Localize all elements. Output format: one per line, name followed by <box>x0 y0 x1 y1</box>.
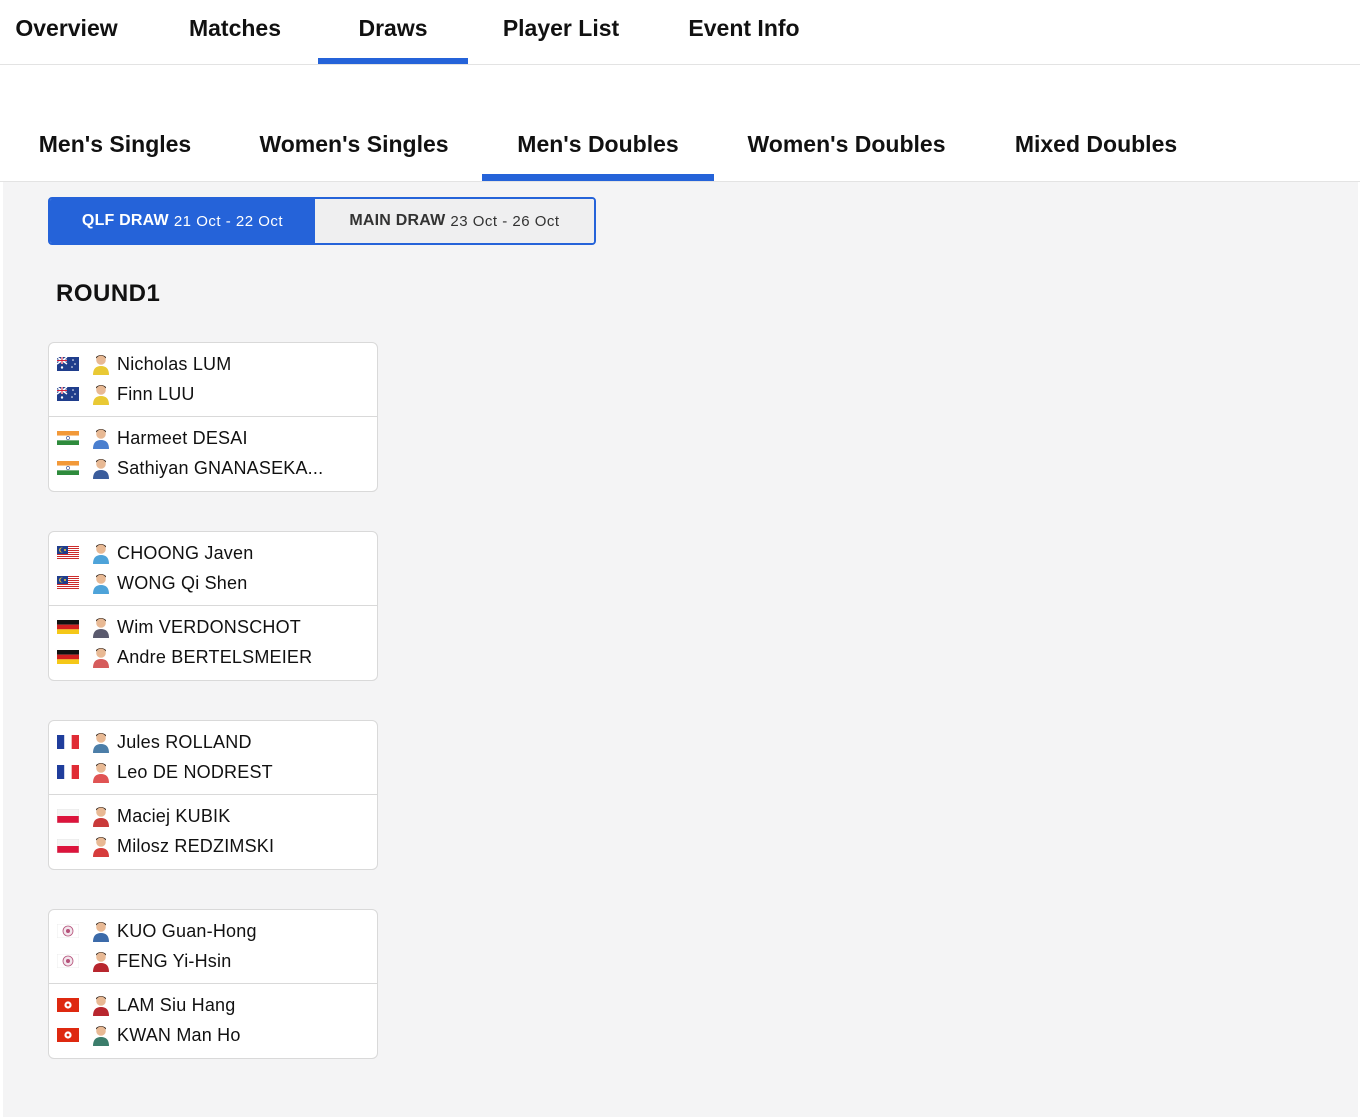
qlf-draw-label: QLF DRAW <box>81 212 169 229</box>
top-nav: Overview Matches Draws Player List Event… <box>0 0 1360 65</box>
team-bottom: Wim VERDONSCHOT Andre BERTELSMEIER <box>49 606 377 680</box>
round-title: ROUND1 <box>56 280 161 307</box>
player-row[interactable]: KUO Guan-Hong <box>49 916 377 946</box>
player-avatar-icon <box>91 646 111 668</box>
tab-mens-doubles[interactable]: Men's Doubles <box>482 116 714 181</box>
ger-flag-icon <box>57 620 79 634</box>
player-name: KUO Guan-Hong <box>117 920 257 941</box>
match-card[interactable]: KUO Guan-Hong FENG Yi-Hsin LAM Siu Hang KWA… <box>48 909 378 1059</box>
player-name: Nicholas LUM <box>117 353 232 374</box>
player-row[interactable]: FENG Yi-Hsin <box>49 946 377 976</box>
tpe-flag-icon <box>57 954 79 968</box>
player-name: Finn LUU <box>117 383 195 404</box>
tab-womens-singles[interactable]: Women's Singles <box>240 116 468 181</box>
player-row[interactable]: KWAN Man Ho <box>49 1020 377 1050</box>
team-top: Jules ROLLAND Leo DE NODREST <box>49 721 377 795</box>
player-name: Jules ROLLAND <box>117 731 252 752</box>
player-name: LAM Siu Hang <box>117 994 236 1015</box>
aus-flag-icon <box>57 387 79 401</box>
match-card[interactable]: CHOONG Javen WONG Qi Shen Wim VERDONSCHOT A… <box>48 531 378 681</box>
team-top: KUO Guan-Hong FENG Yi-Hsin <box>49 910 377 984</box>
team-bottom: Harmeet DESAI Sathiyan GNANASEKA... <box>49 417 377 491</box>
qlf-draw-dates: 21 Oct - 22 Oct <box>173 212 284 230</box>
player-avatar-icon <box>91 572 111 594</box>
ind-flag-icon <box>57 431 79 445</box>
tab-womens-doubles[interactable]: Women's Doubles <box>730 116 963 181</box>
team-bottom: Maciej KUBIK Milosz REDZIMSKI <box>49 795 377 869</box>
player-row[interactable]: LAM Siu Hang <box>49 990 377 1020</box>
tab-matches[interactable]: Matches <box>165 0 305 64</box>
match-card[interactable]: Jules ROLLAND Leo DE NODREST Maciej KUBIK M… <box>48 720 378 870</box>
player-avatar-icon <box>91 616 111 638</box>
player-avatar-icon <box>91 835 111 857</box>
player-row[interactable]: CHOONG Javen <box>49 538 377 568</box>
fra-flag-icon <box>57 765 79 779</box>
player-avatar-icon <box>91 731 111 753</box>
hkg-flag-icon <box>57 1028 79 1042</box>
team-top: Nicholas LUM Finn LUU <box>49 343 377 417</box>
player-avatar-icon <box>91 457 111 479</box>
player-avatar-icon <box>91 920 111 942</box>
player-row[interactable]: Maciej KUBIK <box>49 801 377 831</box>
qlf-draw-button[interactable]: QLF DRAW 21 Oct - 22 Oct <box>50 199 315 243</box>
player-name: Leo DE NODREST <box>117 761 273 782</box>
player-avatar-icon <box>91 353 111 375</box>
mas-flag-icon <box>57 576 79 590</box>
player-row[interactable]: Milosz REDZIMSKI <box>49 831 377 861</box>
player-avatar-icon <box>91 950 111 972</box>
team-bottom: LAM Siu Hang KWAN Man Ho <box>49 984 377 1058</box>
player-avatar-icon <box>91 383 111 405</box>
player-name: FENG Yi-Hsin <box>117 950 232 971</box>
player-name: CHOONG Javen <box>117 542 254 563</box>
ind-flag-icon <box>57 461 79 475</box>
tab-player-list[interactable]: Player List <box>490 0 632 64</box>
player-name: Milosz REDZIMSKI <box>117 835 275 856</box>
player-name: Andre BERTELSMEIER <box>117 646 313 667</box>
tab-mens-singles[interactable]: Men's Singles <box>20 116 210 181</box>
player-row[interactable]: Sathiyan GNANASEKA... <box>49 453 377 483</box>
tab-overview[interactable]: Overview <box>0 0 133 64</box>
player-avatar-icon <box>91 427 111 449</box>
player-row[interactable]: Wim VERDONSCHOT <box>49 612 377 642</box>
player-name: KWAN Man Ho <box>117 1024 241 1045</box>
main-draw-button[interactable]: MAIN DRAW 23 Oct - 26 Oct <box>315 199 594 243</box>
player-avatar-icon <box>91 1024 111 1046</box>
category-nav: Men's Singles Women's Singles Men's Doub… <box>0 66 1360 182</box>
player-row[interactable]: Jules ROLLAND <box>49 727 377 757</box>
draw-type-toggle: QLF DRAW 21 Oct - 22 Oct MAIN DRAW 23 Oc… <box>48 197 596 245</box>
team-top: CHOONG Javen WONG Qi Shen <box>49 532 377 606</box>
match-card[interactable]: Nicholas LUM Finn LUU Harmeet DESAI Sathiya… <box>48 342 378 492</box>
player-row[interactable]: Harmeet DESAI <box>49 423 377 453</box>
fra-flag-icon <box>57 735 79 749</box>
main-draw-dates: 23 Oct - 26 Oct <box>450 212 560 230</box>
tab-mixed-doubles[interactable]: Mixed Doubles <box>990 116 1202 181</box>
pol-flag-icon <box>57 839 79 853</box>
tab-draws[interactable]: Draws <box>318 0 468 64</box>
player-name: Wim VERDONSCHOT <box>117 616 301 637</box>
player-row[interactable]: Andre BERTELSMEIER <box>49 642 377 672</box>
tab-event-info[interactable]: Event Info <box>674 0 814 64</box>
player-row[interactable]: Leo DE NODREST <box>49 757 377 787</box>
player-name: Sathiyan GNANASEKA... <box>117 457 324 478</box>
player-avatar-icon <box>91 761 111 783</box>
player-name: WONG Qi Shen <box>117 572 248 593</box>
player-avatar-icon <box>91 542 111 564</box>
aus-flag-icon <box>57 357 79 371</box>
player-name: Maciej KUBIK <box>117 805 231 826</box>
mas-flag-icon <box>57 546 79 560</box>
player-row[interactable]: Finn LUU <box>49 379 377 409</box>
tpe-flag-icon <box>57 924 79 938</box>
player-row[interactable]: WONG Qi Shen <box>49 568 377 598</box>
draw-content: QLF DRAW 21 Oct - 22 Oct MAIN DRAW 23 Oc… <box>3 182 1358 1117</box>
main-draw-label: MAIN DRAW <box>349 212 446 229</box>
hkg-flag-icon <box>57 998 79 1012</box>
ger-flag-icon <box>57 650 79 664</box>
player-avatar-icon <box>91 805 111 827</box>
player-row[interactable]: Nicholas LUM <box>49 349 377 379</box>
pol-flag-icon <box>57 809 79 823</box>
player-avatar-icon <box>91 994 111 1016</box>
player-name: Harmeet DESAI <box>117 427 248 448</box>
